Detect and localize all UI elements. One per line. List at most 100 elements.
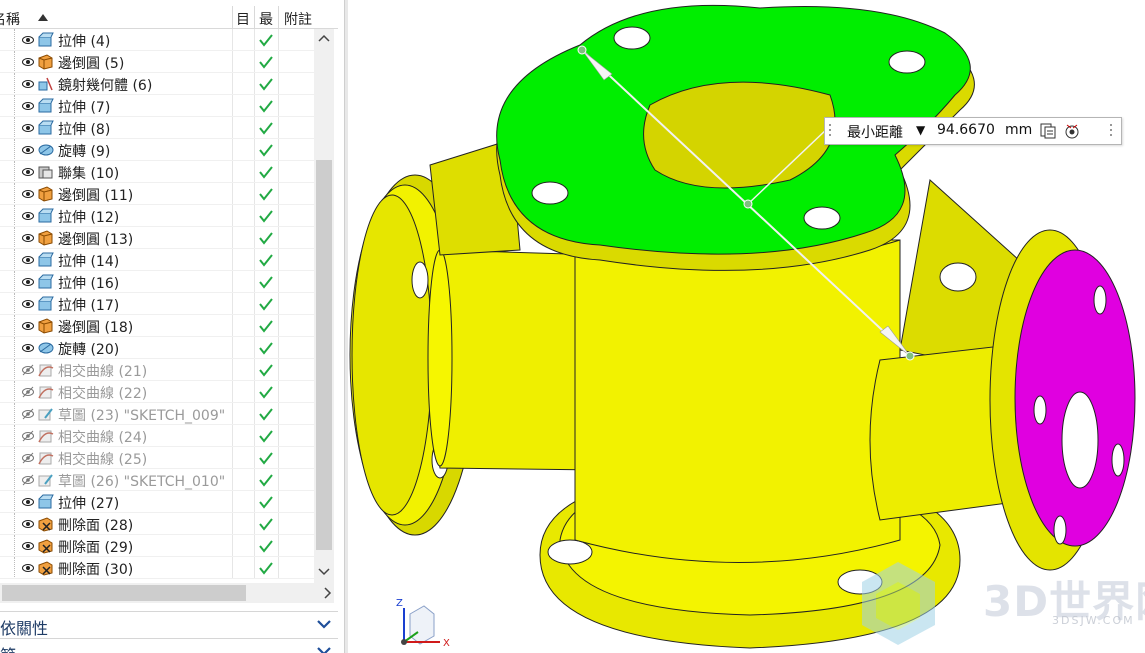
dependencies-label: 相依關性 <box>0 619 49 638</box>
vertical-scroll-thumb[interactable] <box>316 160 332 550</box>
visible-eye-icon[interactable] <box>22 562 34 574</box>
feature-row[interactable]: 旋轉 (9) <box>0 139 314 161</box>
triad-z-label: Z <box>396 598 403 609</box>
feature-label: 邊倒圓 (5) <box>58 56 125 72</box>
hidden-eye-icon[interactable] <box>22 474 34 486</box>
feature-row[interactable]: 拉伸 (27) <box>0 491 314 513</box>
check-icon <box>259 166 273 179</box>
column-latest-header[interactable]: 最 <box>259 9 273 29</box>
feature-row[interactable]: 邊倒圓 (11) <box>0 183 314 205</box>
measure-mode-dropdown[interactable]: 最小距離 <box>847 122 903 142</box>
chevron-down-icon[interactable] <box>316 616 332 632</box>
feature-row[interactable]: 拉伸 (8) <box>0 117 314 139</box>
feature-row[interactable]: 拉伸 (7) <box>0 95 314 117</box>
hidden-eye-icon[interactable] <box>22 430 34 442</box>
sketch-icon <box>38 474 53 487</box>
feature-row[interactable]: 聯集 (10) <box>0 161 314 183</box>
column-target-header[interactable]: 目 <box>236 9 250 29</box>
hidden-eye-icon[interactable] <box>22 386 34 398</box>
visible-eye-icon[interactable] <box>22 166 34 178</box>
check-icon <box>259 430 273 443</box>
check-icon <box>259 364 273 377</box>
part-navigator: 名稱 目 最 附註 拉伸 (4)邊倒圓 (5)鏡射幾何體 (6)拉伸 (7)拉伸… <box>0 0 338 653</box>
options-grip-icon[interactable] <box>1109 122 1113 140</box>
delete-face-icon <box>38 561 53 576</box>
feature-row[interactable]: 邊倒圓 (5) <box>0 51 314 73</box>
chevron-down-icon[interactable] <box>316 643 332 653</box>
feature-row[interactable]: 草圖 (26) "SKETCH_010" <box>0 469 314 491</box>
measure-readout[interactable]: 最小距離 ▼ 94.6670 mm <box>824 117 1122 145</box>
extrude-icon <box>38 494 54 509</box>
visible-eye-icon[interactable] <box>22 100 34 112</box>
feature-row[interactable]: 刪除面 (28) <box>0 513 314 535</box>
revolve-icon <box>38 342 54 354</box>
horizontal-scroll-thumb[interactable] <box>2 585 246 601</box>
visible-eye-icon[interactable] <box>22 518 34 530</box>
view-triad[interactable] <box>401 605 440 645</box>
feature-label: 刪除面 (29) <box>58 540 134 556</box>
hidden-eye-icon[interactable] <box>22 408 34 420</box>
feature-row[interactable]: 邊倒圓 (18) <box>0 315 314 337</box>
copy-values-icon[interactable] <box>1040 123 1056 139</box>
column-notes-header[interactable]: 附註 <box>284 9 312 29</box>
feature-label: 草圖 (23) "SKETCH_009" <box>58 408 226 424</box>
edge-blend-icon <box>38 54 53 70</box>
feature-row[interactable]: 鏡射幾何體 (6) <box>0 73 314 95</box>
feature-row[interactable]: 相交曲線 (24) <box>0 425 314 447</box>
feature-row[interactable]: 拉伸 (12) <box>0 205 314 227</box>
visible-eye-icon[interactable] <box>22 320 34 332</box>
feature-row[interactable]: 草圖 (23) "SKETCH_009" <box>0 403 314 425</box>
hidden-eye-icon[interactable] <box>22 364 34 376</box>
column-name-header[interactable]: 名稱 <box>0 9 20 29</box>
graphics-window[interactable]: Z X <box>348 0 1145 653</box>
visible-eye-icon[interactable] <box>22 144 34 156</box>
visible-eye-icon[interactable] <box>22 342 34 354</box>
feature-row[interactable]: 拉伸 (14) <box>0 249 314 271</box>
visible-eye-icon[interactable] <box>22 232 34 244</box>
visible-eye-icon[interactable] <box>22 56 34 68</box>
visible-eye-icon[interactable] <box>22 122 34 134</box>
feature-label: 邊倒圓 (11) <box>58 188 134 204</box>
feature-row[interactable]: 刪除面 (29) <box>0 535 314 557</box>
visible-eye-icon[interactable] <box>22 298 34 310</box>
feature-row[interactable]: 旋轉 (20) <box>0 337 314 359</box>
visible-eye-icon[interactable] <box>22 34 34 46</box>
feature-row[interactable]: 拉伸 (4) <box>0 29 314 51</box>
details-label: 細節 <box>0 642 16 653</box>
visible-eye-icon[interactable] <box>22 210 34 222</box>
cad-model[interactable] <box>348 0 1145 653</box>
drag-handle-icon[interactable] <box>828 122 832 140</box>
edge-blend-icon <box>38 318 53 334</box>
visible-eye-icon[interactable] <box>22 540 34 552</box>
sort-up-icon[interactable] <box>37 12 49 22</box>
visible-eye-icon[interactable] <box>22 276 34 288</box>
right-flange[interactable] <box>989 229 1136 571</box>
visible-eye-icon[interactable] <box>22 188 34 200</box>
feature-row[interactable]: 相交曲線 (22) <box>0 381 314 403</box>
feature-row[interactable]: 相交曲線 (25) <box>0 447 314 469</box>
dropdown-arrow-icon[interactable]: ▼ <box>916 123 925 137</box>
scroll-up-icon[interactable] <box>318 33 330 43</box>
feature-row[interactable]: 刪除面 (30) <box>0 557 314 579</box>
feature-label: 相交曲線 (25) <box>58 452 148 468</box>
show-info-icon[interactable] <box>1064 123 1080 139</box>
main-body[interactable] <box>574 239 901 563</box>
scroll-down-icon[interactable] <box>318 567 330 577</box>
feature-row[interactable]: 相交曲線 (21) <box>0 359 314 381</box>
hidden-eye-icon[interactable] <box>22 452 34 464</box>
visible-eye-icon[interactable] <box>22 254 34 266</box>
extrude-icon <box>38 274 54 289</box>
intersection-curve-icon <box>38 430 54 443</box>
visible-eye-icon[interactable] <box>22 78 34 90</box>
scroll-right-icon[interactable] <box>322 587 332 599</box>
feature-row[interactable]: 拉伸 (17) <box>0 293 314 315</box>
check-icon <box>259 100 273 113</box>
feature-row[interactable]: 拉伸 (16) <box>0 271 314 293</box>
dependencies-panel-header[interactable]: 相依關性 <box>0 611 338 638</box>
delete-face-icon <box>38 539 53 554</box>
feature-label: 聯集 (10) <box>58 166 120 182</box>
details-panel-header[interactable]: 細節 <box>0 638 338 653</box>
feature-row[interactable]: 邊倒圓 (13) <box>0 227 314 249</box>
feature-label: 草圖 (26) "SKETCH_010" <box>58 474 226 490</box>
visible-eye-icon[interactable] <box>22 496 34 508</box>
